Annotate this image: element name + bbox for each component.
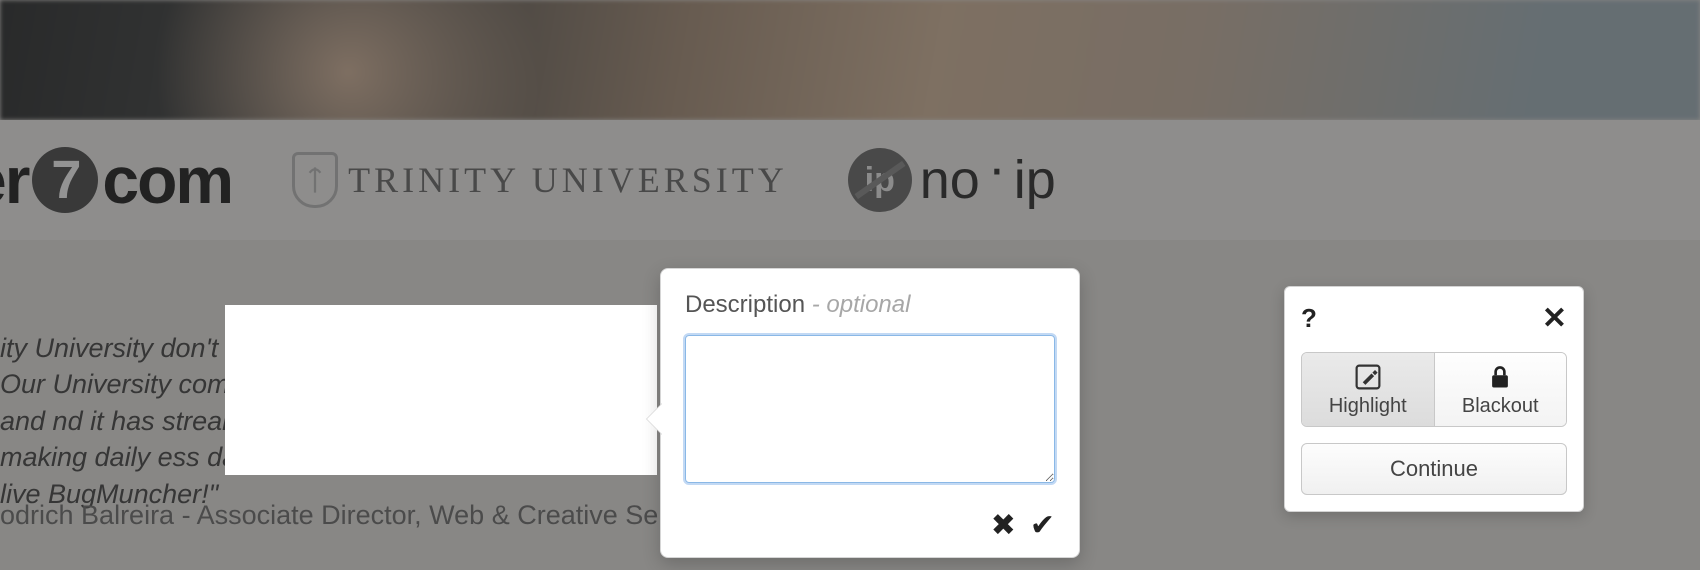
popover-arrow-icon: [647, 403, 663, 435]
blackout-mode-label: Blackout: [1462, 395, 1539, 418]
logo-noip-right: ip: [1014, 149, 1056, 211]
hero-hand-photo: [140, 0, 660, 120]
blackout-mode-button[interactable]: Blackout: [1434, 353, 1567, 426]
description-label-text: Description: [685, 291, 805, 318]
hero-banner: [0, 0, 1700, 120]
tool-mode-toggle: Highlight Blackout: [1301, 352, 1567, 427]
description-textarea[interactable]: [685, 335, 1055, 483]
highlight-mode-button[interactable]: Highlight: [1302, 353, 1434, 426]
lock-icon: [1485, 363, 1515, 391]
continue-button-label: Continue: [1390, 456, 1478, 481]
logo-7com-text-right: com: [102, 142, 232, 218]
testimonial-author: odrich Balreira - Associate Director, We…: [0, 500, 729, 531]
popover-actions: ✖ ✔: [685, 508, 1055, 543]
description-popover: Description - optional ✖ ✔: [660, 268, 1080, 558]
page-root: er 7 com TRINITY UNIVERSITY ip no · ip i…: [0, 0, 1700, 570]
description-label: Description - optional: [685, 291, 1055, 319]
logo-noip: ip no · ip: [848, 148, 1056, 212]
logo-strip: er 7 com TRINITY UNIVERSITY ip no · ip: [0, 120, 1700, 240]
confirm-icon[interactable]: ✔: [1030, 508, 1055, 543]
logo-trinity-text: TRINITY UNIVERSITY: [348, 159, 788, 201]
logo-noip-dot: ·: [988, 137, 1006, 199]
logo-noip-left: no: [920, 149, 980, 211]
cancel-icon[interactable]: ✖: [991, 508, 1016, 543]
highlight-selection-rect[interactable]: [225, 305, 657, 475]
logo-7com: er 7 com: [0, 142, 232, 218]
description-optional-text: - optional: [805, 291, 910, 318]
close-icon[interactable]: ✕: [1542, 301, 1567, 336]
shield-icon: [292, 152, 338, 208]
tool-panel-header: ? ✕: [1301, 301, 1567, 336]
logo-7com-circle-icon: 7: [32, 147, 98, 213]
logo-7com-text-left: er: [0, 142, 28, 218]
noip-orb-icon: ip: [848, 148, 912, 212]
highlight-mode-label: Highlight: [1329, 395, 1407, 418]
continue-button[interactable]: Continue: [1301, 443, 1567, 495]
logo-trinity-university: TRINITY UNIVERSITY: [292, 152, 788, 208]
help-icon[interactable]: ?: [1301, 303, 1317, 334]
pencil-box-icon: [1353, 363, 1383, 391]
feedback-tool-panel: ? ✕ Highlight Blackout Continue: [1284, 286, 1584, 512]
